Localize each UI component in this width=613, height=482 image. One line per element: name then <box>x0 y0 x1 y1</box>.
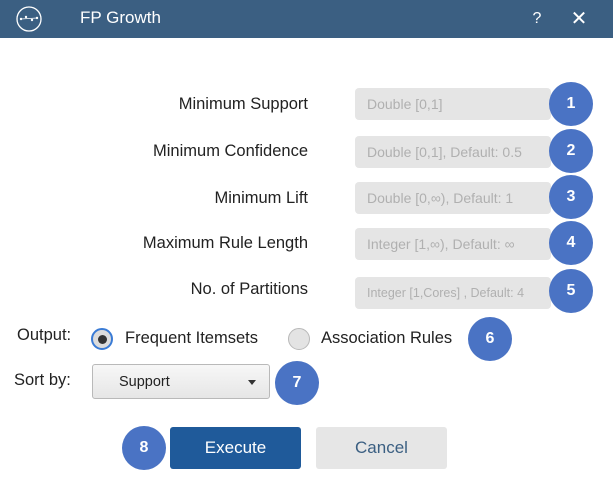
step-badge-4: 4 <box>549 221 593 265</box>
sort-by-selected-value: Support <box>119 374 170 390</box>
maximum-rule-length-input[interactable] <box>355 228 551 260</box>
minimum-support-input[interactable] <box>355 88 551 120</box>
step-badge-8: 8 <box>122 426 166 470</box>
minimum-confidence-input[interactable] <box>355 136 551 168</box>
association-rules-radio[interactable] <box>288 328 310 350</box>
window-title: FP Growth <box>80 8 161 27</box>
step-badge-2: 2 <box>549 129 593 173</box>
step-badge-7: 7 <box>275 361 319 405</box>
help-button[interactable]: ? <box>527 7 547 31</box>
no-of-partitions-label: No. of Partitions <box>190 280 308 298</box>
cancel-button[interactable]: Cancel <box>316 427 447 469</box>
step-badge-6: 6 <box>468 317 512 361</box>
execute-button[interactable]: Execute <box>170 427 301 469</box>
association-rules-label[interactable]: Association Rules <box>321 329 452 348</box>
minimum-lift-input[interactable] <box>355 182 551 214</box>
step-badge-3: 3 <box>549 175 593 219</box>
sort-by-dropdown[interactable]: Support <box>92 364 270 399</box>
minimum-confidence-label: Minimum Confidence <box>153 142 308 160</box>
app-logo-icon <box>16 6 42 32</box>
title-bar: FP Growth ? ✕ <box>0 0 613 38</box>
minimum-support-label: Minimum Support <box>178 95 308 113</box>
no-of-partitions-input[interactable] <box>355 277 551 309</box>
frequent-itemsets-radio[interactable] <box>91 328 113 350</box>
sort-by-label: Sort by: <box>14 371 71 389</box>
close-button[interactable]: ✕ <box>566 7 592 31</box>
minimum-lift-label: Minimum Lift <box>214 189 308 207</box>
frequent-itemsets-label[interactable]: Frequent Itemsets <box>125 329 258 348</box>
chevron-down-icon <box>248 380 256 385</box>
output-label: Output: <box>17 326 72 344</box>
maximum-rule-length-label: Maximum Rule Length <box>142 234 308 252</box>
step-badge-1: 1 <box>549 82 593 126</box>
step-badge-5: 5 <box>549 269 593 313</box>
